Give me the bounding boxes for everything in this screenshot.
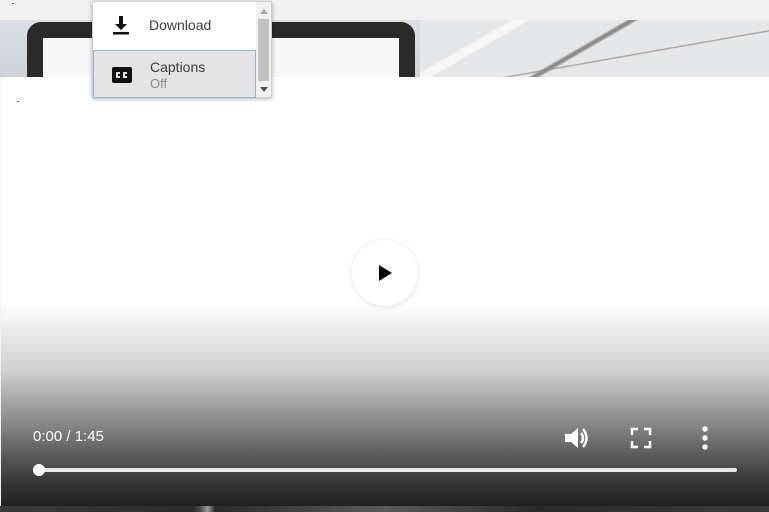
more-vert-icon	[702, 426, 708, 450]
artifact-dot	[12, 3, 14, 4]
download-icon	[111, 15, 131, 35]
menu-item-captions[interactable]: Captions Off	[93, 50, 256, 98]
fullscreen-button[interactable]	[627, 424, 655, 452]
volume-button[interactable]	[563, 424, 591, 452]
bottom-strip	[0, 506, 769, 512]
menu-scrollbar[interactable]	[256, 2, 271, 97]
artifact-dot	[17, 101, 19, 102]
more-options-button[interactable]	[691, 424, 719, 452]
options-menu: Download Captions Off	[92, 1, 272, 98]
time-display: 0:00 / 1:45	[33, 428, 104, 445]
progress-bar[interactable]	[38, 468, 737, 472]
closed-captions-icon	[112, 65, 132, 85]
progress-thumb[interactable]	[33, 464, 45, 476]
menu-item-label: Download	[149, 17, 212, 33]
scroll-up-arrow-icon[interactable]	[256, 4, 271, 19]
fullscreen-icon	[630, 427, 652, 449]
scroll-down-arrow-icon[interactable]	[256, 82, 271, 97]
menu-item-download[interactable]: Download	[93, 2, 256, 49]
play-icon	[379, 265, 392, 281]
play-button[interactable]	[352, 240, 418, 306]
captions-status: Off	[150, 76, 168, 91]
ceiling-grid	[420, 20, 769, 77]
volume-icon	[565, 428, 588, 448]
scroll-thumb[interactable]	[258, 19, 269, 81]
menu-item-label: Captions	[150, 59, 206, 75]
